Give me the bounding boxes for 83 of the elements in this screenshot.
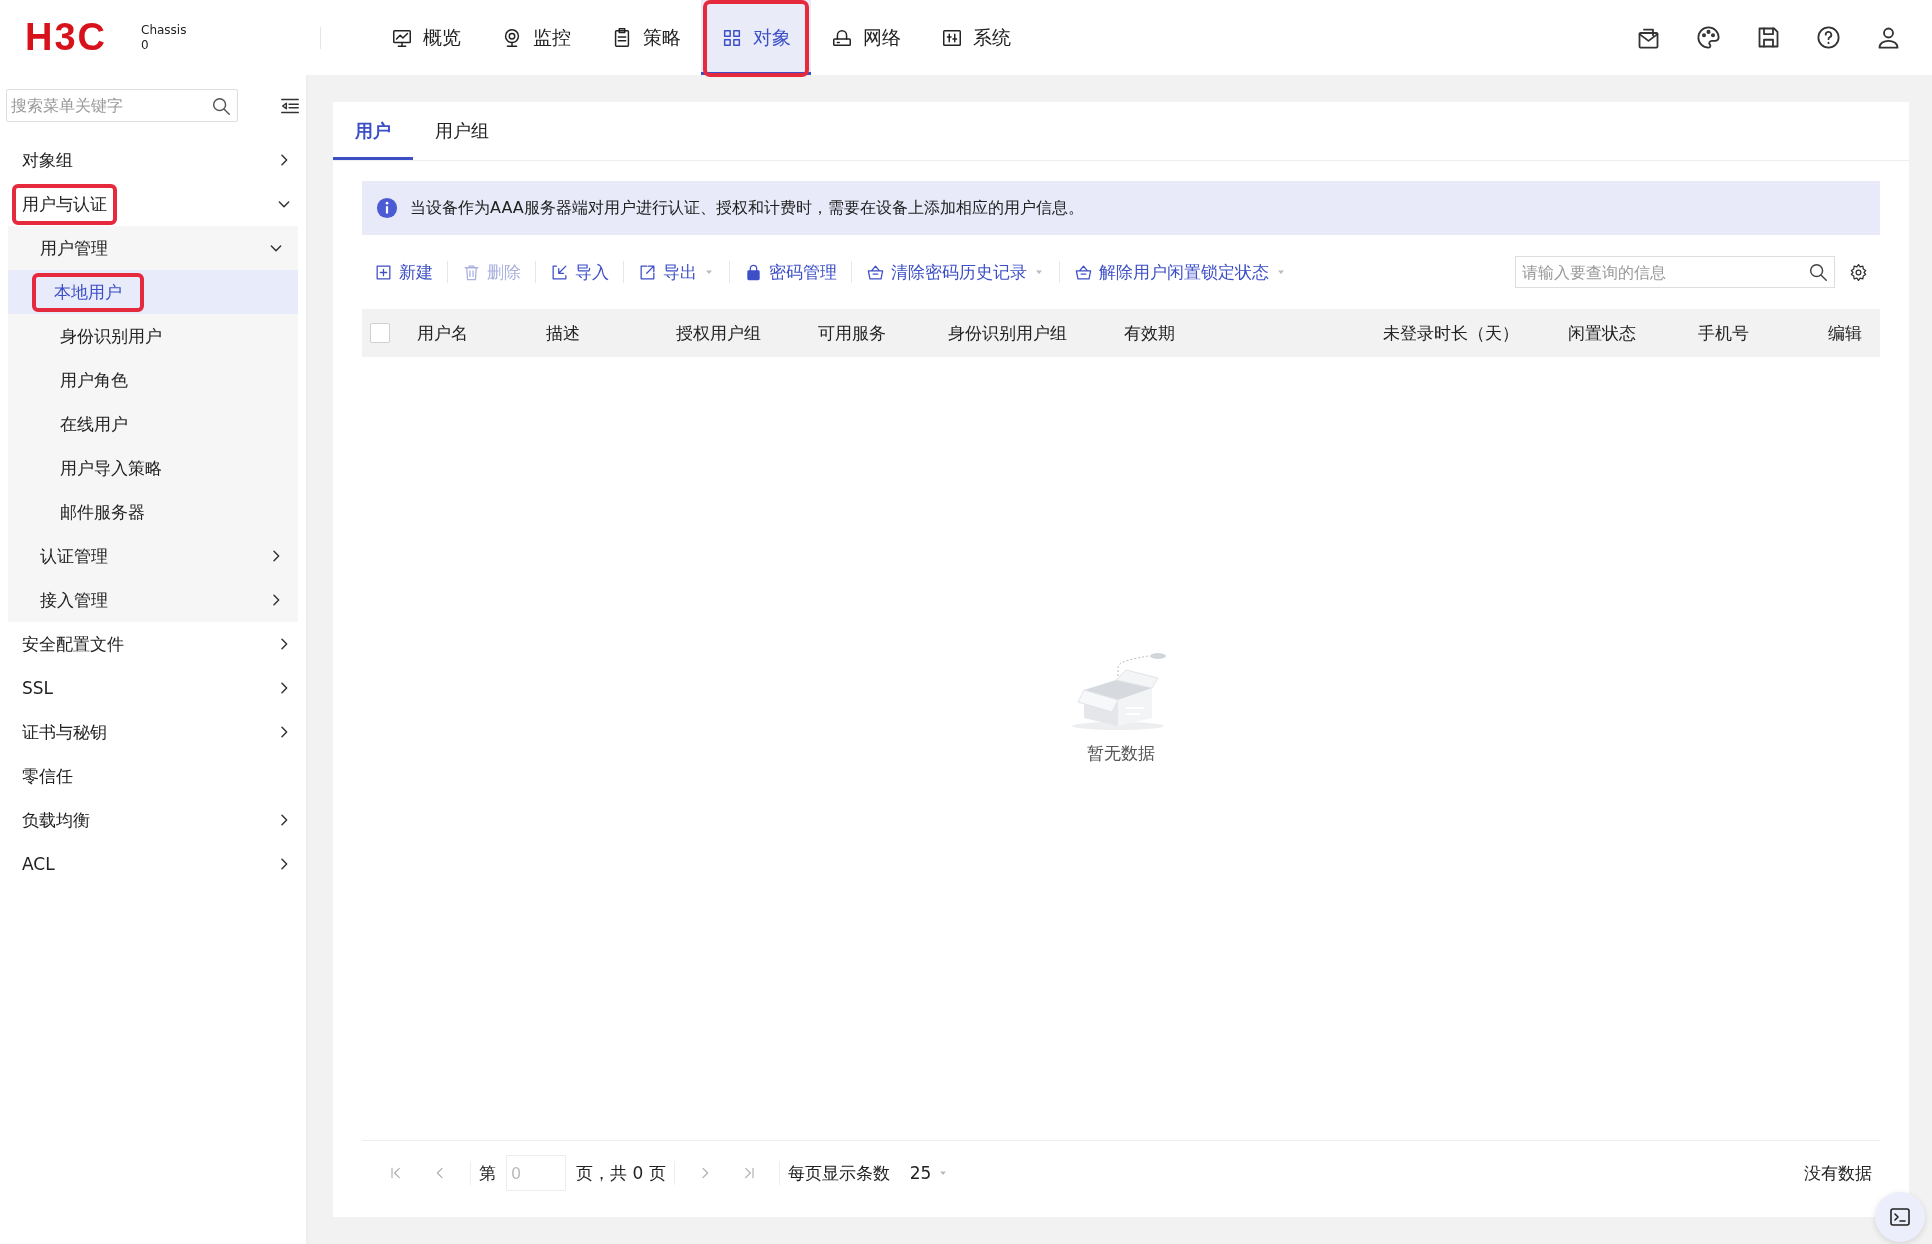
search-icon [210, 95, 232, 117]
column-header: 有效期 [1124, 321, 1176, 345]
tab[interactable]: 用户 [333, 102, 413, 160]
basket-icon [1074, 262, 1093, 282]
info-icon [376, 197, 398, 219]
menu-item[interactable]: SSL [0, 666, 306, 710]
table-search-field[interactable]: 请输入要查询的信息 [1515, 256, 1835, 288]
terminal-button[interactable] [1875, 1192, 1925, 1242]
menu-item[interactable]: 零信任 [0, 754, 306, 798]
menu-item-label: 用户导入策略 [59, 456, 163, 480]
menu-item-label: 用户与认证 [12, 183, 117, 225]
toolbar-button[interactable]: 导出 [638, 260, 715, 284]
nav-tab[interactable]: 对象 [701, 0, 812, 75]
menu-item[interactable]: 证书与秘钥 [0, 710, 306, 754]
empty-state-text: 暂无数据 [1087, 742, 1155, 765]
nav-tab[interactable]: 策略 [591, 0, 702, 75]
menu-item-label: 邮件服务器 [59, 500, 146, 524]
menu-item-label: 对象组 [21, 148, 74, 172]
column-header: 手机号 [1698, 321, 1750, 345]
device-value: 0 [141, 37, 150, 53]
device-name: Chassis [141, 22, 187, 38]
menu-item-label: 零信任 [21, 764, 74, 788]
basket-icon [866, 262, 885, 282]
palette-icon[interactable] [1695, 24, 1722, 51]
toolbar-button[interactable]: 导入 [550, 260, 609, 284]
lock-icon [744, 262, 763, 282]
menu-item-label: 负载均衡 [21, 808, 91, 832]
menu-item[interactable]: 认证管理 [8, 534, 298, 578]
menu-item[interactable]: 安全配置文件 [0, 622, 306, 666]
column-header: 闲置状态 [1568, 321, 1637, 345]
nav-tab[interactable]: 概览 [371, 0, 482, 75]
tab[interactable]: 用户组 [413, 102, 511, 160]
info-text: 当设备作为AAA服务器端对用户进行认证、授权和计费时，需要在设备上添加相应的用户信息。 [410, 197, 1084, 219]
menu-item[interactable]: 邮件服务器 [8, 490, 298, 534]
menu-item[interactable]: 接入管理 [8, 578, 298, 622]
menu-item[interactable]: 对象组 [0, 138, 306, 182]
menu-item-label: 本地用户 [32, 272, 144, 312]
page-size-select[interactable]: 25 [903, 1162, 956, 1184]
menu-item-label: 在线用户 [59, 412, 129, 436]
menu-item-selected[interactable]: 本地用户 [8, 270, 298, 314]
column-header: 未登录时长（天） [1383, 321, 1520, 345]
menu-item[interactable]: 用户导入策略 [8, 446, 298, 490]
terminal-icon [1888, 1205, 1912, 1229]
menu-item[interactable]: 用户角色 [8, 358, 298, 402]
menu-item-label: SSL [21, 677, 55, 700]
menu-item[interactable]: 用户管理 [8, 226, 298, 270]
menu-item[interactable]: 用户与认证 [0, 182, 306, 226]
menu-item[interactable]: 在线用户 [8, 402, 298, 446]
page-count: 页，共 0 页 [576, 1161, 666, 1185]
select-all-checkbox[interactable] [370, 323, 390, 343]
help-icon[interactable] [1815, 24, 1842, 51]
menu-item-label: 用户管理 [39, 236, 109, 260]
nav-tab[interactable]: 系统 [921, 0, 1032, 75]
brand-logo: H3C [25, 16, 109, 59]
menu-item[interactable]: 身份识别用户 [8, 314, 298, 358]
menu-item-label: 认证管理 [39, 544, 109, 568]
menu-item-label: 接入管理 [39, 588, 109, 612]
menu-item-label: 安全配置文件 [21, 632, 125, 656]
page-size-label: 每页显示条数 [787, 1161, 890, 1185]
search-icon [1807, 261, 1829, 283]
nav-tab[interactable]: 监控 [481, 0, 592, 75]
column-header: 用户名 [417, 321, 469, 345]
toolbar-button[interactable]: 密码管理 [744, 260, 837, 284]
column-header: 可用服务 [818, 321, 887, 345]
column-header: 授权用户组 [676, 321, 762, 345]
menu-search-field[interactable]: 搜索菜单关键字 [6, 89, 238, 122]
menu-item-label: 用户角色 [59, 368, 129, 392]
menu-item-label: 证书与秘钥 [21, 720, 108, 744]
pagination-summary: 没有数据 [1804, 1161, 1872, 1185]
menu-item-label: ACL [21, 853, 56, 876]
menu-item[interactable]: 负载均衡 [0, 798, 306, 842]
toolbar-button[interactable]: 清除密码历史记录 [866, 260, 1045, 284]
nav-tab[interactable]: 网络 [811, 0, 922, 75]
column-header: 编辑 [1828, 321, 1862, 345]
column-header: 身份识别用户组 [948, 321, 1068, 345]
settings-icon[interactable] [1849, 262, 1868, 282]
menu-item[interactable]: ACL [0, 842, 306, 886]
menu-item-label: 身份识别用户 [59, 324, 163, 348]
page-input[interactable]: 0 [506, 1155, 566, 1191]
column-header: 描述 [546, 321, 581, 345]
toolbar-button[interactable]: 新建 [374, 260, 433, 284]
toolbar-button[interactable]: 解除用户闲置锁定状态 [1074, 260, 1287, 284]
page-label: 第 [479, 1161, 496, 1185]
